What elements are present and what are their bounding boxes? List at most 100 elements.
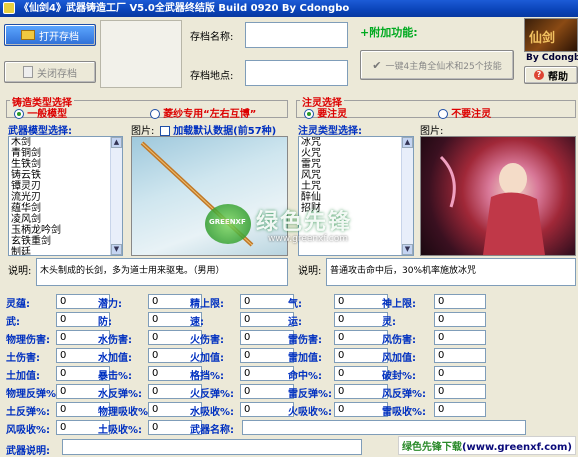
- stat-label: 风反弹%:: [382, 389, 427, 400]
- help-button[interactable]: ? 帮助: [524, 66, 578, 84]
- list-item[interactable]: 火咒: [301, 148, 413, 159]
- stat-label: 物理伤害:: [6, 335, 50, 346]
- close-save-button[interactable]: 关闭存档: [4, 61, 96, 83]
- stat-label: 雷吸收%:: [382, 407, 427, 418]
- weapon-picture: [131, 136, 288, 256]
- save-location-field: [245, 60, 348, 86]
- list-item[interactable]: 凌风剑: [11, 214, 122, 225]
- spirit-desc-label: 说明:: [298, 266, 322, 277]
- stat-label: 气:: [288, 299, 302, 310]
- list-item[interactable]: 蕴华剑: [11, 203, 122, 214]
- stat-label: 精上限:: [190, 299, 224, 310]
- stat-input[interactable]: 0: [334, 384, 388, 399]
- stat-label: 破封%:: [382, 371, 417, 382]
- checkmark-icon: ✔: [372, 58, 382, 72]
- main-window: 《仙剑4》武器铸造工厂 V5.0全武器终结版 Build 0920 By Cdo…: [0, 0, 578, 457]
- radio-spirit-yes-indicator: [304, 109, 314, 119]
- stat-input[interactable]: 0: [240, 348, 294, 363]
- list-item[interactable]: 土咒: [301, 181, 413, 192]
- stat-label: 物理反弹%:: [6, 389, 61, 400]
- stat-input[interactable]: 0: [434, 402, 486, 417]
- stat-label: 土伤害:: [6, 353, 40, 364]
- watermark-logo: GREENXF: [205, 204, 251, 244]
- footer-brand-name: 绿色先锋下载: [401, 442, 462, 453]
- list-item[interactable]: 冰咒: [301, 137, 413, 148]
- list-item[interactable]: 木剑: [11, 137, 122, 148]
- save-name-label: 存档名称:: [190, 32, 234, 43]
- character-image: [439, 155, 545, 255]
- help-label: 帮助: [548, 71, 568, 83]
- load-default-check: [160, 126, 170, 136]
- logo-caption: By Cdongbo: [526, 53, 578, 63]
- stat-input[interactable]: 0: [434, 366, 486, 381]
- open-save-label: 打开存档: [39, 31, 79, 43]
- weapon-model-list[interactable]: 木剑 青铜剑 生铁剑 铸云铁 镡灵刃 流光刃 蕴华剑 凌风剑 玉柄龙吟剑 玄铁重…: [8, 136, 123, 256]
- scroll-up-icon[interactable]: ▲: [111, 137, 122, 148]
- stat-label: 火加值:: [190, 353, 224, 364]
- close-file-icon: [23, 66, 33, 78]
- weapon-desc-field[interactable]: [62, 439, 362, 455]
- radio-sister-label: 菱纱专用“左右互博”: [163, 109, 257, 120]
- save-name-field: [245, 22, 348, 48]
- stat-input[interactable]: 0: [240, 294, 294, 309]
- stat-input[interactable]: 0: [334, 312, 388, 327]
- model-list-scrollbar[interactable]: ▲ ▼: [110, 137, 122, 255]
- list-item[interactable]: 流光刃: [11, 192, 122, 203]
- open-save-button[interactable]: 打开存档: [4, 24, 96, 46]
- stat-input[interactable]: 0: [334, 330, 388, 345]
- stat-input[interactable]: 0: [434, 384, 486, 399]
- stat-label: 命中%:: [288, 371, 323, 382]
- list-item[interactable]: 风咒: [301, 170, 413, 181]
- list-item[interactable]: 醉仙: [301, 192, 413, 203]
- spirit-picture-label: 图片:: [420, 126, 444, 137]
- stat-label: 风伤害:: [382, 335, 416, 346]
- stat-input[interactable]: 0: [434, 330, 486, 345]
- spirit-list-scrollbar[interactable]: ▲ ▼: [401, 137, 413, 255]
- radio-spirit-yes[interactable]: 要注灵: [304, 105, 347, 120]
- stat-label: 神上限:: [382, 299, 416, 310]
- scroll-up-icon[interactable]: ▲: [402, 137, 413, 148]
- stat-input[interactable]: 0: [334, 402, 388, 417]
- spirit-picture: [420, 136, 576, 256]
- stat-label: 灵蕴:: [6, 299, 30, 310]
- scroll-down-icon[interactable]: ▼: [402, 244, 413, 255]
- stat-input[interactable]: 0: [434, 348, 486, 363]
- radio-spirit-yes-label: 要注灵: [317, 109, 348, 120]
- stat-input[interactable]: 0: [334, 348, 388, 363]
- stat-label: 潜力:: [98, 299, 122, 310]
- stat-input[interactable]: 0: [434, 294, 486, 309]
- list-item[interactable]: 生铁剑: [11, 159, 122, 170]
- stat-input[interactable]: 0: [334, 366, 388, 381]
- title-bar[interactable]: 《仙剑4》武器铸造工厂 V5.0全武器终结版 Build 0920 By Cdo…: [0, 0, 578, 17]
- stat-input[interactable]: 0: [240, 312, 294, 327]
- list-item[interactable]: 青铜剑: [11, 148, 122, 159]
- one-click-skills-button[interactable]: ✔ 一键4主角全仙术和25个技能: [360, 50, 514, 80]
- scroll-down-icon[interactable]: ▼: [111, 244, 122, 255]
- list-item[interactable]: 铸云铁: [11, 170, 122, 181]
- stat-input[interactable]: 0: [240, 402, 294, 417]
- stat-input[interactable]: 0: [240, 384, 294, 399]
- stat-label: 火伤害:: [190, 335, 224, 346]
- stat-input[interactable]: 0: [334, 294, 388, 309]
- radio-general-model[interactable]: 一般模型: [14, 105, 67, 120]
- weapon-name-field[interactable]: [242, 420, 526, 435]
- list-item[interactable]: 镡灵刃: [11, 181, 122, 192]
- thumb-panel: [100, 20, 182, 88]
- radio-spirit-no[interactable]: 不要注灵: [438, 105, 491, 120]
- forge-picture-label: 图片:: [131, 126, 155, 137]
- model-select-label: 武器模型选择:: [8, 126, 72, 137]
- list-item[interactable]: 雷咒: [301, 159, 413, 170]
- stat-input[interactable]: 0: [240, 366, 294, 381]
- load-default-checkbox[interactable]: 加载默认数据(前57种): [160, 122, 276, 137]
- stat-input[interactable]: 0: [240, 330, 294, 345]
- stat-label: 土吸收%:: [98, 425, 143, 436]
- radio-sister-model[interactable]: 菱纱专用“左右互博”: [150, 105, 256, 120]
- watermark-text: 绿色先锋: [256, 210, 353, 235]
- list-item[interactable]: 制廷: [11, 247, 122, 255]
- stat-input[interactable]: 0: [434, 312, 486, 327]
- list-item[interactable]: 玉柄龙吟剑: [11, 225, 122, 236]
- footer-brand-site: (www.greenxf.com): [461, 442, 572, 453]
- watermark-url: www.greenxf.com: [268, 234, 349, 244]
- radio-spirit-no-indicator: [438, 109, 448, 119]
- list-item[interactable]: 玄铁重剑: [11, 236, 122, 247]
